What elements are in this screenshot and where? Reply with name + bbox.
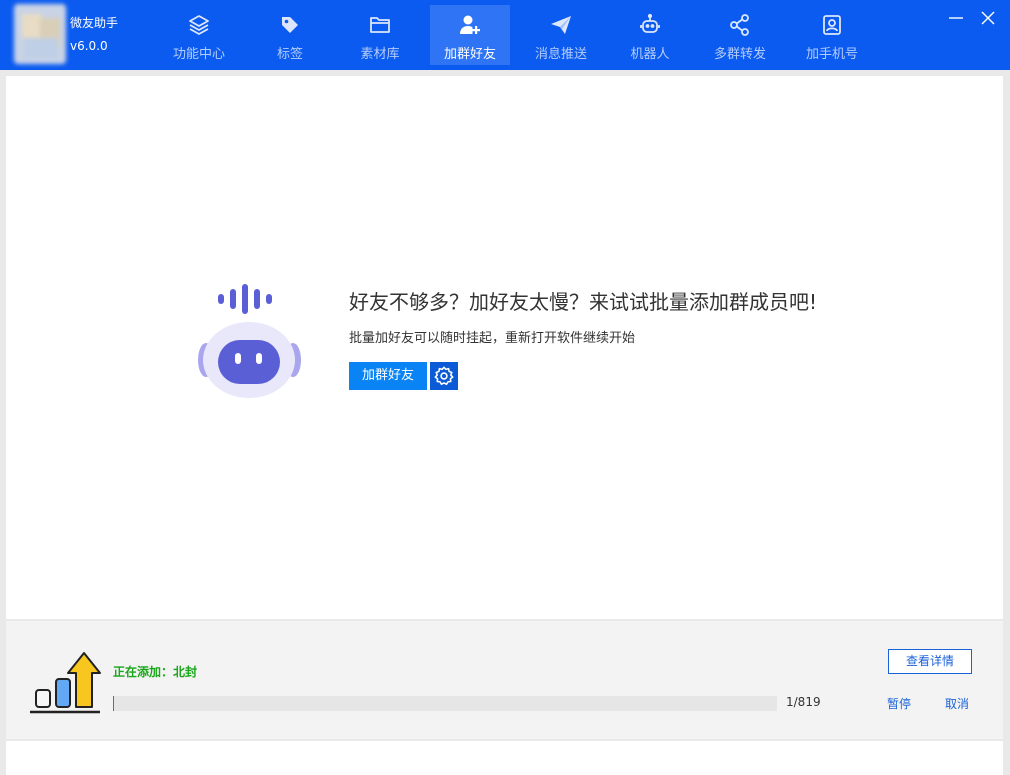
nav-label: 机器人 — [630, 47, 670, 62]
nav-label: 标签 — [276, 47, 303, 62]
main-panel: 好友不够多？加好友太慢？来试试批量添加群成员吧! 批量加好友可以随时挂起，重新打… — [6, 76, 1003, 619]
layers-icon — [189, 15, 209, 35]
app-version: v6.0.0 — [70, 39, 108, 53]
growth-chart-icon — [30, 652, 101, 714]
gear-icon — [434, 366, 454, 386]
pause-link[interactable]: 暂停 — [887, 695, 911, 712]
nav-item-material-library[interactable]: 素材库 — [340, 5, 420, 65]
add-group-friends-button[interactable]: 加群好友 — [349, 362, 427, 390]
nav-label: 多群转发 — [713, 47, 766, 62]
adding-status-text: 正在添加：北封 — [113, 665, 198, 679]
nav-label: 加手机号 — [805, 47, 858, 62]
view-details-button[interactable]: 查看详情 — [888, 649, 972, 674]
header-bar: 微友助手 v6.0.0 功能中心 标签 素材库 加群好友 消息推送 机器人 多群… — [0, 0, 1010, 70]
nav-item-add-group-friends[interactable]: 加群好友 — [430, 5, 510, 65]
nav-label: 功能中心 — [172, 47, 225, 62]
nav-item-multi-group-forward[interactable]: 多群转发 — [700, 5, 780, 65]
footer-area — [6, 741, 1003, 775]
paper-plane-icon — [551, 16, 571, 34]
minimize-icon[interactable] — [946, 8, 966, 28]
page-subtitle: 批量加好友可以随时挂起，重新打开软件继续开始 — [349, 331, 636, 346]
page-title: 好友不够多？加好友太慢？来试试批量添加群成员吧! — [349, 290, 818, 314]
progress-panel: 正在添加：北封 1/819 查看详情 暂停 取消 — [6, 621, 1003, 739]
progress-bar-fill — [113, 696, 114, 711]
contact-card-icon — [823, 15, 841, 35]
close-icon[interactable] — [978, 8, 998, 28]
share-icon — [730, 14, 749, 36]
cancel-link[interactable]: 取消 — [945, 695, 969, 712]
nav-item-add-phone-number[interactable]: 加手机号 — [792, 5, 872, 65]
nav-label: 素材库 — [360, 47, 400, 62]
nav-label: 加群好友 — [443, 47, 496, 62]
nav-item-function-center[interactable]: 功能中心 — [159, 5, 239, 65]
progress-count: 1/819 — [786, 695, 821, 709]
nav-item-tags[interactable]: 标签 — [250, 5, 330, 65]
progress-bar — [113, 696, 777, 711]
robot-illustration-icon — [198, 284, 301, 398]
tag-icon — [282, 17, 298, 33]
nav-item-robot[interactable]: 机器人 — [610, 5, 690, 65]
add-user-icon — [460, 15, 480, 34]
nav-item-message-push[interactable]: 消息推送 — [521, 5, 601, 65]
nav-label: 消息推送 — [534, 47, 587, 62]
app-logo-avatar — [14, 4, 66, 64]
app-name: 微友助手 — [70, 16, 119, 30]
folder-icon — [370, 17, 390, 33]
settings-button[interactable] — [430, 362, 458, 390]
robot-icon — [640, 13, 660, 33]
